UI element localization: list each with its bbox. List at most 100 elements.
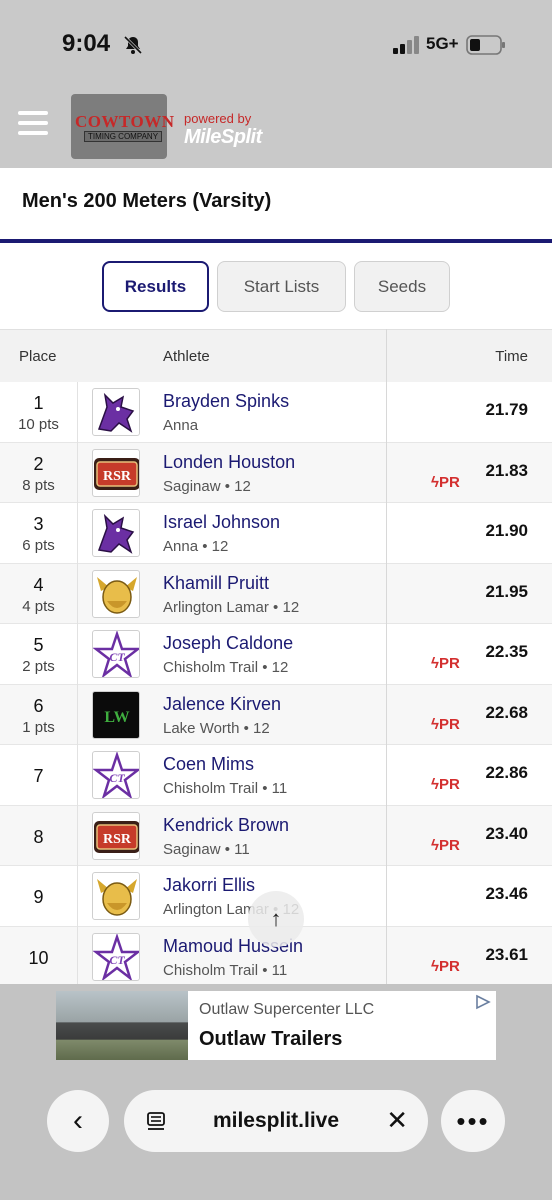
place-number: 1 xyxy=(33,393,44,413)
svg-text:CT: CT xyxy=(109,650,125,664)
pr-badge: ϟPR xyxy=(431,716,460,733)
bolt-icon: ϟ xyxy=(431,836,439,854)
tab-seeds[interactable]: Seeds xyxy=(354,261,450,312)
chevron-left-icon: ‹ xyxy=(73,1104,83,1137)
network-type: 5G+ xyxy=(426,34,459,53)
athlete-name-link[interactable]: Khamill Pruitt xyxy=(163,573,269,594)
table-row[interactable]: 3 6 pts Israel Johnson Anna • 12 21.90 xyxy=(0,503,552,564)
status-time: 9:04 xyxy=(62,30,111,57)
result-time: 23.46 xyxy=(485,884,528,903)
ad-trailer-image[interactable] xyxy=(56,991,188,1060)
pr-badge: ϟPR xyxy=(431,776,460,793)
url-text[interactable]: milesplit.live xyxy=(213,1109,339,1133)
athlete-name-link[interactable]: Londen Houston xyxy=(163,452,295,473)
team-logo[interactable] xyxy=(92,872,140,920)
site-header: 9:04 5G+ COWTOWN TIMING COMPANY powered … xyxy=(0,0,552,168)
svg-text:RSR: RSR xyxy=(103,832,132,847)
result-time: 21.83 xyxy=(485,460,528,480)
header-place: Place xyxy=(19,348,57,365)
team-logo[interactable]: CT xyxy=(92,751,140,799)
bolt-icon: ϟ xyxy=(431,715,439,733)
athlete-team-grade: Anna • 12 xyxy=(163,538,229,555)
menu-icon[interactable] xyxy=(18,111,48,135)
logo-main-text: COWTOWN xyxy=(75,112,175,131)
page-title: Men's 200 Meters (Varsity) xyxy=(22,190,272,212)
table-row[interactable]: 5 2 pts CT Joseph Caldone Chisholm Trail • 1… xyxy=(0,624,552,685)
bolt-icon: ϟ xyxy=(431,957,439,975)
table-header: Place Athlete Time xyxy=(0,329,552,382)
tab-start-lists[interactable]: Start Lists xyxy=(217,261,346,312)
team-logo[interactable] xyxy=(92,569,140,618)
athlete-team-grade: Anna xyxy=(163,417,199,434)
page-menu-icon[interactable] xyxy=(146,1111,166,1131)
place-number: 8 xyxy=(33,826,44,847)
table-row[interactable]: 6 1 pts LW Jalence Kirven Lake Worth • 12 ϟPR… xyxy=(0,684,552,745)
table-row[interactable]: 1 10 pts Brayden Spinks Anna 21.79 xyxy=(0,382,552,443)
athlete-name-link[interactable]: Joseph Caldone xyxy=(163,633,293,654)
team-logo[interactable]: RSR xyxy=(92,811,140,860)
pr-label: PR xyxy=(438,836,460,854)
bell-slash-icon xyxy=(123,35,143,55)
title-divider xyxy=(0,239,552,243)
points-value: 2 pts xyxy=(22,658,55,675)
athlete-team-grade: Chisholm Trail • 12 xyxy=(163,659,289,676)
team-logo[interactable] xyxy=(92,388,140,436)
table-row[interactable]: 8 RSR Kendrick Brown Saginaw • 11 ϟPR 23.40 xyxy=(0,805,552,866)
points-value: 4 pts xyxy=(22,597,55,615)
close-icon[interactable]: ✕ xyxy=(386,1105,408,1136)
header-time[interactable]: Time xyxy=(495,348,528,365)
back-button[interactable]: ‹ xyxy=(47,1090,109,1152)
team-logo[interactable]: LW xyxy=(92,690,140,739)
address-bar[interactable]: milesplit.live ✕ xyxy=(124,1090,428,1152)
signal-icon xyxy=(393,36,419,54)
team-logo[interactable]: CT xyxy=(92,630,140,678)
table-row[interactable]: 7 CT Coen Mims Chisholm Trail • 11 ϟPR 22.86 xyxy=(0,745,552,806)
arrow-up-icon: ↑ xyxy=(270,906,282,931)
team-logo[interactable]: RSR xyxy=(92,448,140,497)
place-number: 9 xyxy=(33,887,44,907)
athlete-team-grade: Chisholm Trail • 11 xyxy=(163,780,288,797)
result-time: 23.40 xyxy=(485,823,528,843)
result-time: 22.86 xyxy=(485,763,528,782)
place-number: 7 xyxy=(33,766,44,786)
table-row[interactable]: 4 4 pts Khamill Pruitt Arlington Lamar • 12… xyxy=(0,563,552,624)
result-time: 23.61 xyxy=(485,944,528,964)
points-value: 6 pts xyxy=(22,537,55,554)
place-column-divider xyxy=(77,382,78,984)
ad-choices-icon[interactable] xyxy=(474,994,492,1010)
table-row[interactable]: 2 8 pts RSR Londen Houston Saginaw • 12 ϟPR 21… xyxy=(0,442,552,503)
milesplit-brand[interactable]: MileSplit xyxy=(184,126,262,149)
pr-badge: ϟPR xyxy=(431,958,460,975)
more-button[interactable]: ••• xyxy=(441,1090,505,1152)
athlete-team-grade: Arlington Lamar • 12 xyxy=(163,598,300,616)
points-value: 1 pts xyxy=(22,718,55,736)
pr-label: PR xyxy=(438,715,460,733)
svg-text:CT: CT xyxy=(109,771,125,785)
athlete-name-link[interactable]: Coen Mims xyxy=(163,754,254,775)
athlete-team-grade: Chisholm Trail • 11 xyxy=(163,961,288,979)
athlete-name-link[interactable]: Jalence Kirven xyxy=(163,694,281,715)
pr-badge: ϟPR xyxy=(431,655,460,672)
pr-badge: ϟPR xyxy=(431,837,460,854)
place-number: 10 xyxy=(28,947,49,968)
results-table: Place Athlete Time 1 10 pts Brayden Spinks… xyxy=(0,329,552,987)
bolt-icon: ϟ xyxy=(431,776,439,793)
scroll-to-top-button[interactable]: ↑ xyxy=(248,891,304,947)
athlete-team-grade: Saginaw • 11 xyxy=(163,840,250,858)
ad-company[interactable]: Outlaw Supercenter LLC xyxy=(199,1001,374,1019)
powered-by-label: powered by xyxy=(184,111,252,126)
place-number: 2 xyxy=(33,453,44,474)
tab-results[interactable]: Results xyxy=(102,261,209,312)
ad-title[interactable]: Outlaw Trailers xyxy=(199,1028,342,1051)
place-number: 5 xyxy=(33,635,44,655)
athlete-name-link[interactable]: Kendrick Brown xyxy=(163,815,289,836)
team-logo[interactable] xyxy=(92,509,140,557)
athlete-name-link[interactable]: Brayden Spinks xyxy=(163,391,289,412)
athlete-name-link[interactable]: Jakorri Ellis xyxy=(163,875,255,896)
bolt-icon: ϟ xyxy=(431,655,439,672)
logo-sub-text: TIMING COMPANY xyxy=(84,131,162,142)
status-bar: 9:04 5G+ xyxy=(0,0,552,86)
athlete-name-link[interactable]: Israel Johnson xyxy=(163,512,280,533)
pr-label: PR xyxy=(438,473,460,491)
team-logo[interactable]: CT xyxy=(92,932,140,981)
